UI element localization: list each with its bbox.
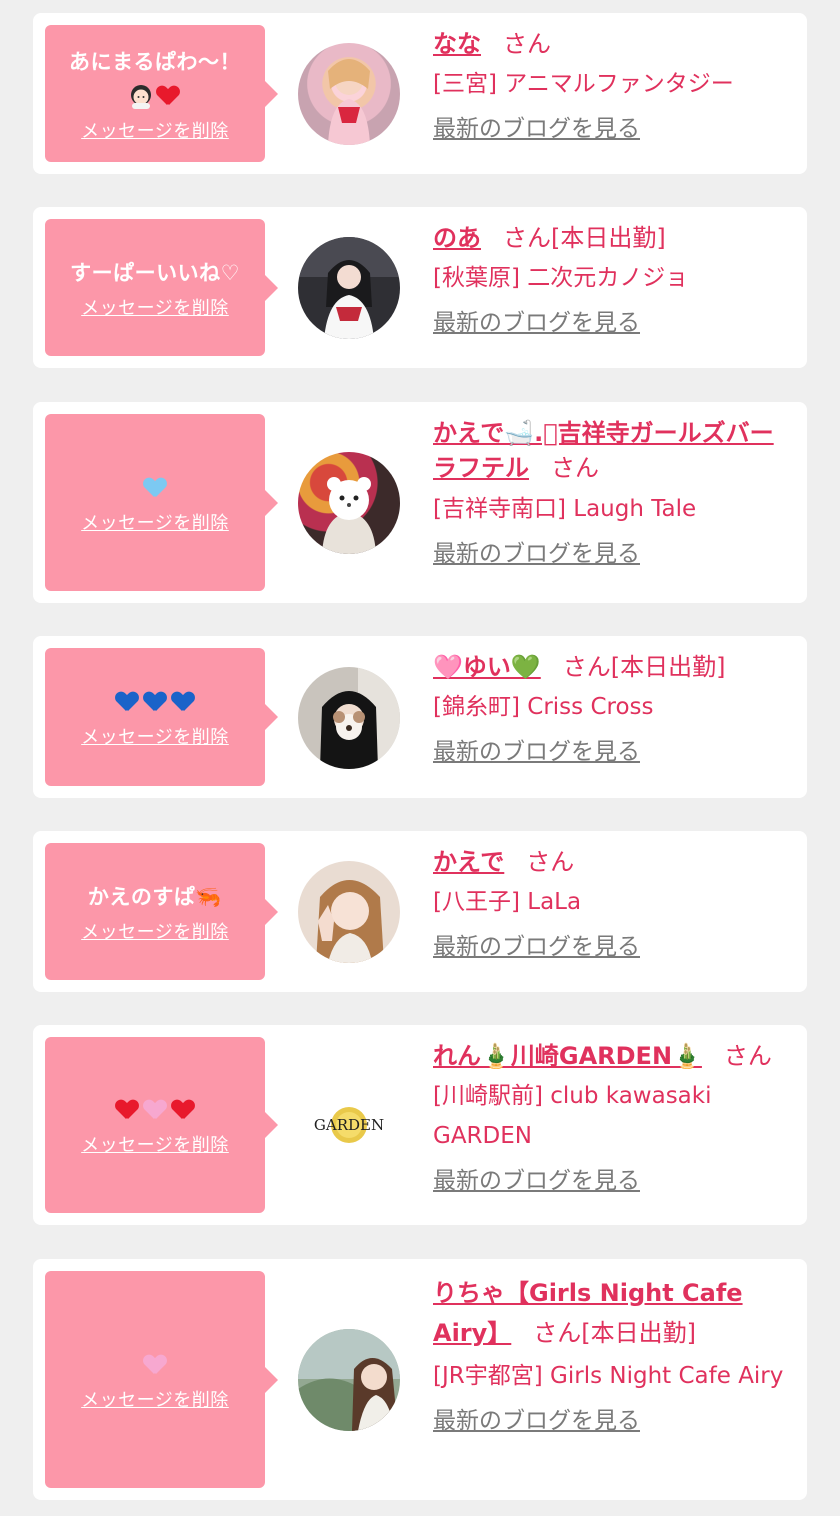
message-card: メッセージを削除 かえで🛁.ﾟ吉祥寺ガールズバーラフテル さん [吉祥寺南口] L… bbox=[33, 402, 807, 603]
shop-label: [JR宇都宮] Girls Night Cafe Airy bbox=[433, 1363, 784, 1389]
message-card: メッセージを削除 りちゃ【Girls Night Cafe Airy】 さん[本日… bbox=[33, 1259, 807, 1500]
message-bubble: すーぱーいいね♡ メッセージを削除 bbox=[45, 219, 278, 356]
card-info: のあ さん[本日出勤] [秋葉原] 二次元カノジョ 最新のブログを見る bbox=[433, 221, 793, 340]
blue-heart-icon bbox=[172, 692, 194, 712]
message-card: あにまるぱわ〜！ メッセージを削除 なな さん [三宮] アニマルファンタジー 最… bbox=[33, 13, 807, 174]
name-suffix: さん bbox=[526, 848, 575, 876]
delete-message-link[interactable]: メッセージを削除 bbox=[81, 509, 229, 535]
card-info: かえで🛁.ﾟ吉祥寺ガールズバーラフテル さん [吉祥寺南口] Laugh Tale… bbox=[433, 416, 793, 571]
red-heart-icon bbox=[157, 86, 179, 106]
message-text: すーぱーいいね♡ bbox=[70, 260, 240, 285]
cast-name-link[interactable]: のあ bbox=[433, 224, 481, 252]
blue-heart-icon bbox=[144, 692, 166, 712]
delete-message-link[interactable]: メッセージを削除 bbox=[81, 294, 229, 320]
name-suffix: さん bbox=[503, 30, 551, 58]
message-card: かえのすぱ🦐 メッセージを削除 かえで さん [八王子] LaLa 最新のブログを… bbox=[33, 831, 807, 992]
delete-message-link[interactable]: メッセージを削除 bbox=[81, 1131, 229, 1157]
name-line: なな さん bbox=[433, 27, 793, 61]
cast-name-link[interactable]: かえで🛁.ﾟ吉祥寺ガールズバーラフテル bbox=[433, 419, 774, 482]
latest-blog-link[interactable]: 最新のブログを見る bbox=[433, 306, 640, 340]
name-suffix: さん[本日出勤] bbox=[562, 653, 726, 681]
shop-label: [吉祥寺南口] Laugh Tale bbox=[433, 496, 697, 522]
latest-blog-link[interactable]: 最新のブログを見る bbox=[433, 537, 640, 571]
pink-heart-icon bbox=[144, 1100, 166, 1120]
garden-logo-icon[interactable]: GARDEN bbox=[298, 1074, 400, 1176]
pink-heart-icon bbox=[144, 1355, 166, 1375]
name-suffix: さん[本日出勤] bbox=[533, 1319, 697, 1347]
card-info: なな さん [三宮] アニマルファンタジー 最新のブログを見る bbox=[433, 27, 793, 146]
name-suffix: さん[本日出勤] bbox=[503, 224, 666, 252]
light-blue-heart-icon bbox=[144, 478, 166, 498]
shop-label: [錦糸町] Criss Cross bbox=[433, 694, 654, 720]
cast-name-link[interactable]: 🩷ゆい💚 bbox=[433, 653, 541, 681]
message-emoji bbox=[113, 685, 197, 719]
name-line: かえで🛁.ﾟ吉祥寺ガールズバーラフテル さん bbox=[433, 416, 793, 486]
avatar[interactable] bbox=[298, 43, 400, 145]
message-bubble: かえのすぱ🦐 メッセージを削除 bbox=[45, 843, 278, 980]
message-emoji bbox=[113, 1093, 197, 1127]
message-bubble: メッセージを削除 bbox=[45, 1037, 278, 1213]
red-heart-icon bbox=[172, 1100, 194, 1120]
latest-blog-link[interactable]: 最新のブログを見る bbox=[433, 1164, 640, 1198]
latest-blog-link[interactable]: 最新のブログを見る bbox=[433, 735, 640, 769]
name-line: 🩷ゆい💚 さん[本日出勤] bbox=[433, 650, 793, 684]
message-card: すーぱーいいね♡ メッセージを削除 のあ さん[本日出勤] [秋葉原] 二次元カノ… bbox=[33, 207, 807, 368]
shop-label: [三宮] アニマルファンタジー bbox=[433, 71, 734, 97]
message-emoji bbox=[141, 471, 169, 505]
message-text: あにまるぱわ〜！ bbox=[69, 49, 241, 74]
cast-name-link[interactable]: なな bbox=[433, 30, 481, 58]
name-line: れん🎍川崎GARDEN🎍 さん bbox=[433, 1039, 793, 1073]
message-bubble: メッセージを削除 bbox=[45, 648, 278, 786]
card-info: れん🎍川崎GARDEN🎍 さん [川崎駅前] club kawasaki GARD… bbox=[433, 1039, 793, 1198]
message-card: メッセージを削除 🩷ゆい💚 さん[本日出勤] [錦糸町] Criss Cross … bbox=[33, 636, 807, 798]
card-info: りちゃ【Girls Night Cafe Airy】 さん[本日出勤] [JR宇都… bbox=[433, 1273, 793, 1438]
delete-message-link[interactable]: メッセージを削除 bbox=[81, 723, 229, 749]
delete-message-link[interactable]: メッセージを削除 bbox=[81, 1386, 229, 1412]
card-info: かえで さん [八王子] LaLa 最新のブログを見る bbox=[433, 845, 793, 964]
message-bubble: メッセージを削除 bbox=[45, 414, 278, 591]
avatar[interactable] bbox=[298, 237, 400, 339]
message-bubble: あにまるぱわ〜！ メッセージを削除 bbox=[45, 25, 278, 162]
shop-label: [川崎駅前] club kawasaki GARDEN bbox=[433, 1083, 712, 1149]
latest-blog-link[interactable]: 最新のブログを見る bbox=[433, 1404, 640, 1438]
red-heart-icon bbox=[116, 1100, 138, 1120]
message-bubble: メッセージを削除 bbox=[45, 1271, 278, 1488]
delete-message-link[interactable]: メッセージを削除 bbox=[81, 918, 229, 944]
message-emoji bbox=[141, 1348, 169, 1382]
girl-emoji-icon bbox=[131, 84, 151, 109]
message-text: かえのすぱ🦐 bbox=[87, 884, 223, 909]
name-line: のあ さん[本日出勤] bbox=[433, 221, 793, 255]
card-info: 🩷ゆい💚 さん[本日出勤] [錦糸町] Criss Cross 最新のブログを見る bbox=[433, 650, 793, 769]
delete-message-link[interactable]: メッセージを削除 bbox=[81, 117, 229, 143]
shop-label: [八王子] LaLa bbox=[433, 889, 582, 915]
message-emoji bbox=[128, 79, 182, 113]
message-card: メッセージを削除 GARDEN れん🎍川崎GARDEN🎍 さん [川崎駅前] cl… bbox=[33, 1025, 807, 1225]
latest-blog-link[interactable]: 最新のブログを見る bbox=[433, 112, 640, 146]
avatar[interactable] bbox=[298, 452, 400, 554]
cast-name-link[interactable]: かえで bbox=[433, 848, 504, 876]
cast-name-link[interactable]: れん🎍川崎GARDEN🎍 bbox=[433, 1042, 702, 1070]
name-suffix: さん bbox=[551, 454, 599, 482]
name-line: かえで さん bbox=[433, 845, 793, 879]
avatar[interactable] bbox=[298, 667, 400, 769]
name-line: りちゃ【Girls Night Cafe Airy】 さん[本日出勤] bbox=[433, 1273, 793, 1353]
shop-label: [秋葉原] 二次元カノジョ bbox=[433, 265, 689, 291]
avatar[interactable] bbox=[298, 861, 400, 963]
blue-heart-icon bbox=[116, 692, 138, 712]
avatar[interactable] bbox=[298, 1329, 400, 1431]
latest-blog-link[interactable]: 最新のブログを見る bbox=[433, 930, 640, 964]
name-suffix: さん bbox=[723, 1042, 772, 1070]
avatar-logo-text: GARDEN bbox=[314, 1116, 384, 1134]
